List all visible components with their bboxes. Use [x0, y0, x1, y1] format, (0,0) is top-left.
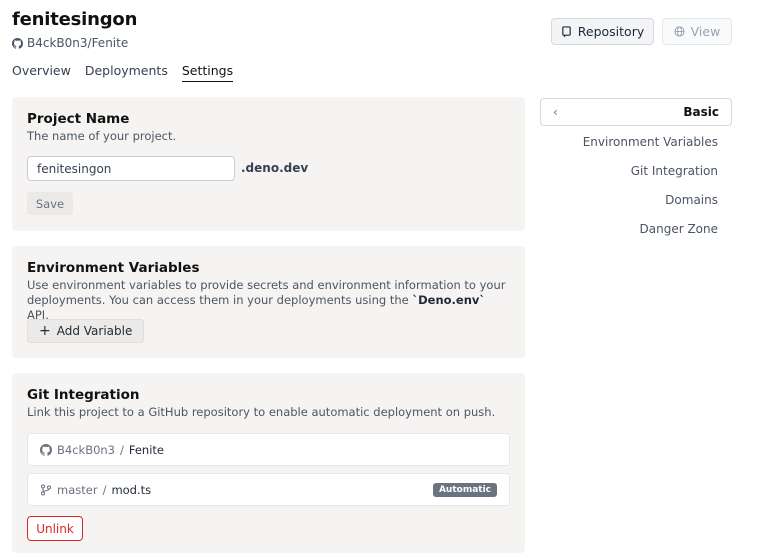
tab-overview[interactable]: Overview — [12, 63, 71, 82]
project-name-card: Project Name The name of your project. .… — [12, 97, 525, 231]
project-name-heading: Project Name — [27, 111, 130, 127]
side-nav-basic[interactable]: ‹ Basic — [540, 98, 732, 126]
branch-row: master / mod.ts Automatic — [27, 473, 510, 506]
path-separator: / — [120, 442, 124, 457]
git-integration-card: Git Integration Link this project to a G… — [12, 373, 525, 553]
env-description: Use environment variables to provide sec… — [27, 278, 510, 323]
repository-button-label: Repository — [577, 24, 645, 39]
project-name-description: The name of your project. — [27, 129, 177, 143]
domain-suffix: .deno.dev — [241, 161, 309, 175]
globe-icon — [674, 26, 685, 37]
repo-link[interactable]: B4ckB0n3/Fenite — [12, 36, 128, 50]
automatic-badge: Automatic — [432, 482, 497, 497]
plus-icon: + — [39, 323, 51, 339]
view-button[interactable]: View — [662, 18, 732, 45]
side-nav-danger-zone[interactable]: Danger Zone — [640, 222, 719, 236]
settings-tabs: Overview Deployments Settings — [12, 63, 234, 82]
git-description: Link this project to a GitHub repository… — [27, 405, 496, 419]
github-icon — [40, 443, 52, 456]
repo-name: B4ckB0n3/Fenite — [27, 36, 129, 50]
entry-file: mod.ts — [111, 482, 152, 497]
git-branch-icon — [41, 484, 51, 495]
linked-repository-row: B4ckB0n3 / Fenite — [27, 433, 510, 466]
side-nav-environment-variables[interactable]: Environment Variables — [583, 135, 718, 149]
project-name-input[interactable] — [27, 156, 235, 181]
repo-owner: B4ckB0n3 — [57, 442, 115, 457]
add-variable-button[interactable]: + Add Variable — [27, 319, 145, 343]
git-heading: Git Integration — [27, 387, 140, 403]
side-nav-git-integration[interactable]: Git Integration — [631, 164, 718, 178]
add-variable-label: Add Variable — [56, 324, 133, 338]
repo-name: Fenite — [128, 442, 165, 457]
side-nav-domains[interactable]: Domains — [665, 193, 718, 207]
path-separator: / — [102, 482, 107, 497]
unlink-button[interactable]: Unlink — [27, 516, 83, 541]
side-nav-current: Basic — [683, 105, 719, 119]
repository-button[interactable]: Repository — [551, 18, 654, 45]
view-button-label: View — [690, 24, 721, 39]
environment-variables-card: Environment Variables Use environment va… — [12, 246, 525, 358]
tab-deployments[interactable]: Deployments — [85, 63, 168, 82]
env-code: `Deno.env` — [412, 293, 486, 307]
env-heading: Environment Variables — [27, 260, 200, 276]
tab-settings[interactable]: Settings — [181, 63, 234, 82]
repository-icon — [562, 26, 571, 37]
branch-name: master — [57, 482, 98, 497]
chevron-left-icon: ‹ — [553, 105, 558, 119]
github-icon — [12, 37, 23, 49]
save-button[interactable]: Save — [27, 192, 73, 215]
project-title: fenitesingon — [12, 9, 138, 30]
